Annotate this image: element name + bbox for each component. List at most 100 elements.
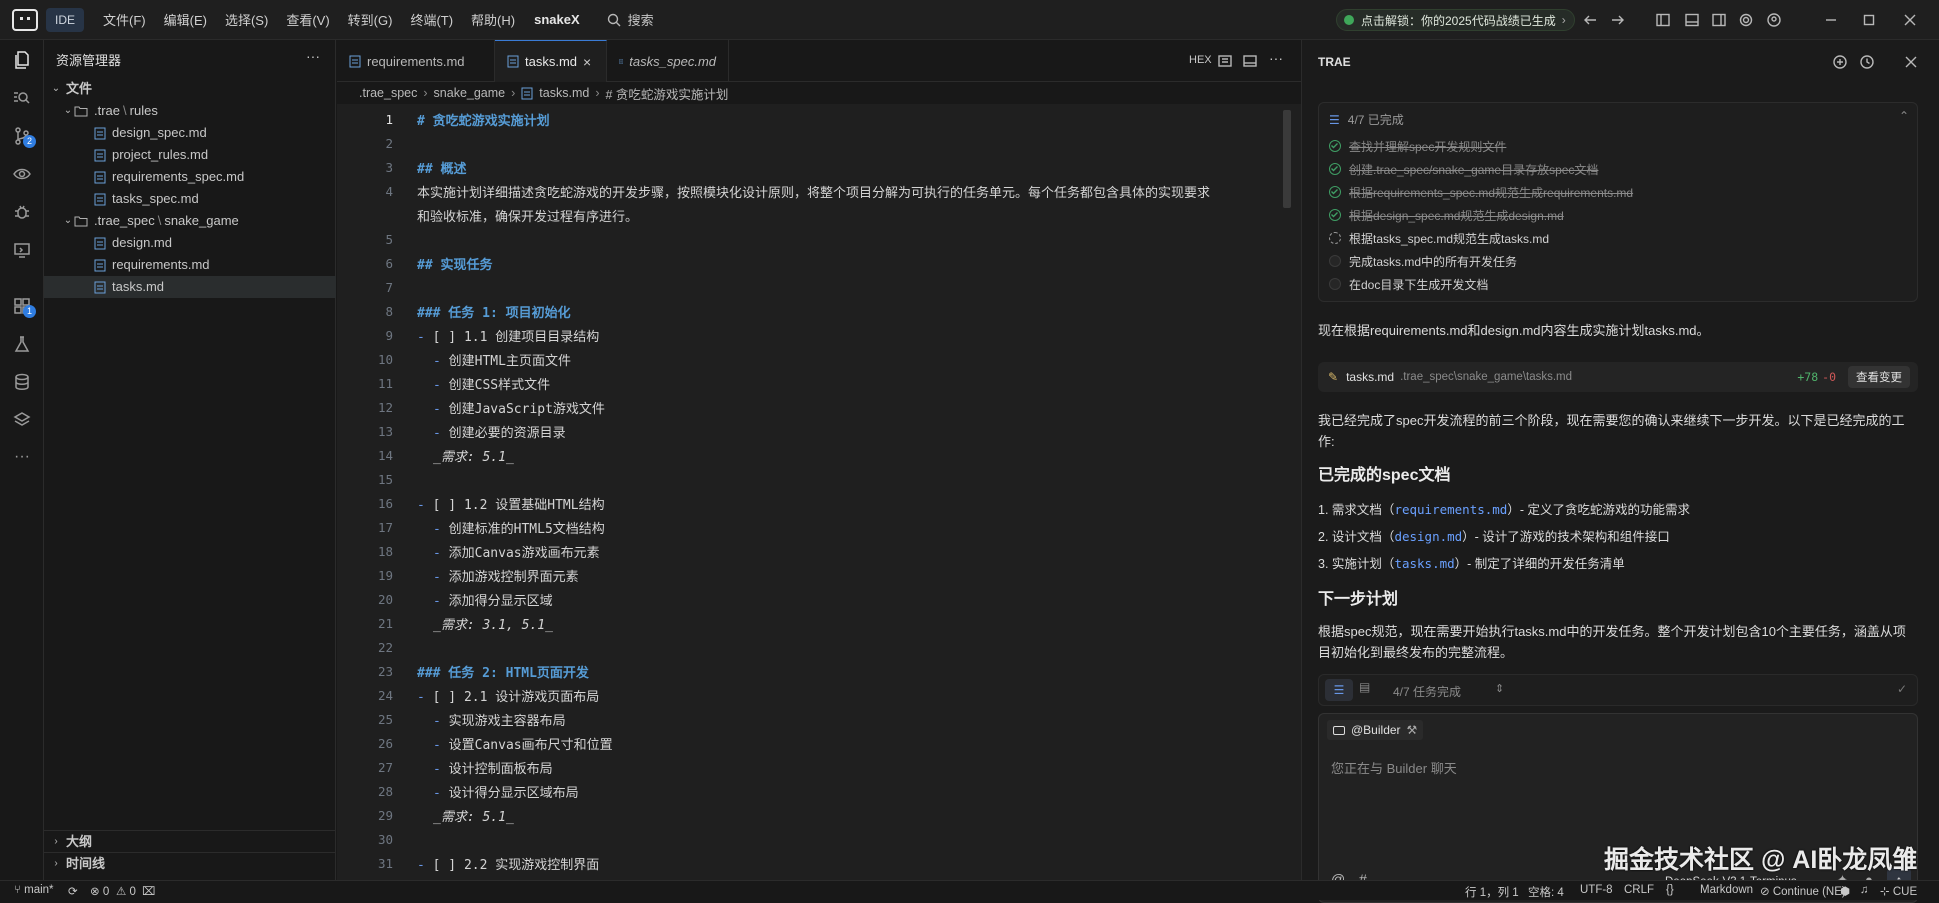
toggle-sidebar-icon[interactable]: [1655, 12, 1671, 28]
layers-icon[interactable]: [12, 410, 32, 430]
preview-icon[interactable]: [1217, 53, 1233, 69]
chevron-right-icon: ›: [511, 86, 516, 100]
encoding[interactable]: UTF-8: [1580, 884, 1613, 896]
tab-label: tasks_spec.md: [629, 53, 716, 69]
tree-file[interactable]: project_rules.md: [44, 144, 336, 166]
list-marker: -: [417, 690, 433, 705]
outline-section[interactable]: › 大纲: [44, 830, 336, 852]
language-braces[interactable]: {}: [1666, 884, 1674, 896]
cue-indicator[interactable]: ⊹ CUE: [1880, 884, 1917, 898]
tree-file[interactable]: requirements_spec.md: [44, 166, 336, 188]
debug-icon[interactable]: [12, 202, 32, 222]
line-number: 15: [377, 472, 393, 487]
menu-terminal[interactable]: 终端(T): [401, 10, 462, 29]
menu-help[interactable]: 帮助(H): [462, 10, 524, 29]
ide-badge[interactable]: IDE: [46, 7, 85, 32]
remote-icon[interactable]: [12, 240, 32, 260]
editor-more-icon[interactable]: ···: [1269, 50, 1283, 66]
branch-indicator[interactable]: ⑂ main*: [14, 884, 54, 896]
tree-folder-trae-spec[interactable]: ⌄ .trae_spec \ snake_game: [44, 210, 336, 232]
list-marker: -: [433, 786, 449, 801]
tab-tasks[interactable]: tasks.md ×: [495, 40, 607, 82]
menu-edit[interactable]: 编辑(E): [155, 10, 216, 29]
tab-requirements[interactable]: requirements.md: [337, 40, 495, 82]
errors-indicator[interactable]: ⊗ 0: [90, 884, 109, 898]
menu-file[interactable]: 文件(F): [94, 10, 155, 29]
sync-icon[interactable]: ⟳: [68, 884, 78, 898]
menu-selection[interactable]: 选择(S): [216, 10, 277, 29]
tree-file-selected[interactable]: tasks.md: [44, 276, 336, 298]
tab-tasks-spec[interactable]: tasks_spec.md: [607, 40, 729, 82]
timeline-section[interactable]: › 时间线: [44, 852, 336, 874]
extensions-icon[interactable]: 1: [12, 296, 36, 318]
search-box[interactable]: 搜索: [606, 10, 654, 29]
breadcrumb-item[interactable]: tasks.md: [539, 86, 589, 100]
indentation[interactable]: 空格: 4: [1528, 884, 1564, 900]
account-icon[interactable]: [1766, 12, 1782, 28]
back-arrow-icon[interactable]: [1582, 12, 1598, 28]
more-icon[interactable]: ···: [12, 448, 32, 468]
tree-root[interactable]: ⌄ 文件: [44, 78, 336, 100]
breadcrumb-item[interactable]: # 贪吃蛇游戏实施计划: [605, 84, 728, 103]
toggle-aux-bar-icon[interactable]: [1711, 12, 1727, 28]
menu-view[interactable]: 查看(V): [277, 10, 338, 29]
maximize-icon[interactable]: [1861, 12, 1877, 28]
new-chat-icon[interactable]: [1832, 54, 1848, 70]
history-icon[interactable]: [1859, 54, 1875, 70]
language-mode[interactable]: Markdown: [1700, 884, 1753, 896]
code-ref[interactable]: requirements.md: [1394, 502, 1507, 517]
menu-bar: 文件(F) 编辑(E) 选择(S) 查看(V) 转到(G) 终端(T) 帮助(H…: [94, 10, 524, 29]
task-status-bar[interactable]: ☰ ▤ 4/7 任务完成 ⇕ ✓: [1318, 674, 1918, 706]
list-icon[interactable]: ☰: [1325, 679, 1353, 701]
hex-button[interactable]: HEX: [1189, 54, 1212, 66]
code-ref[interactable]: tasks.md: [1394, 556, 1454, 571]
ports-icon[interactable]: ⌧: [142, 884, 155, 898]
close-window-icon[interactable]: [1902, 12, 1918, 28]
agent-settings-icon[interactable]: ⚒: [1407, 723, 1418, 737]
tree-folder-trae[interactable]: ⌄ .trae \ rules: [44, 100, 336, 122]
tree-file[interactable]: requirements.md: [44, 254, 336, 276]
close-icon[interactable]: ×: [583, 54, 591, 70]
code-text: 创建必要的资源目录: [448, 426, 566, 441]
editor-scrollbar[interactable]: [1283, 110, 1291, 208]
breadcrumb-item[interactable]: snake_game: [434, 86, 506, 100]
database-icon[interactable]: [12, 372, 32, 392]
project-name[interactable]: snakeX: [534, 12, 580, 27]
tree-file[interactable]: design_spec.md: [44, 122, 336, 144]
explorer-icon[interactable]: [12, 50, 32, 70]
eye-icon[interactable]: [12, 164, 32, 184]
file-icon[interactable]: ▤: [1359, 680, 1370, 694]
sidebar-more-icon[interactable]: ···: [306, 48, 320, 64]
testing-icon[interactable]: [12, 334, 32, 354]
tree-file[interactable]: design.md: [44, 232, 336, 254]
close-panel-icon[interactable]: [1903, 54, 1919, 70]
task-label: 根据design_spec.md规范生成design.md: [1349, 208, 1564, 223]
view-changes-button[interactable]: 查看变更: [1848, 366, 1910, 388]
chat-input[interactable]: 您正在与 Builder 聊天: [1331, 758, 1457, 777]
breadcrumb-item[interactable]: .trae_spec: [359, 86, 417, 100]
split-editor-icon[interactable]: [1242, 53, 1258, 69]
gear-icon[interactable]: [1738, 12, 1754, 28]
code-ref[interactable]: design.md: [1394, 529, 1462, 544]
line-number: 16: [377, 496, 393, 511]
search-icon: [606, 12, 622, 28]
promo-banner[interactable]: 点击解锁：你的2025代码战绩已生成 ›: [1336, 9, 1575, 31]
tree-file[interactable]: tasks_spec.md: [44, 188, 336, 210]
bell-icon[interactable]: ♫: [1860, 884, 1869, 896]
file-change-card[interactable]: ✎ tasks.md .trae_spec\snake_game\tasks.m…: [1318, 362, 1918, 392]
agent-chip[interactable]: @Builder ⚒: [1327, 720, 1424, 740]
minimize-icon[interactable]: [1823, 12, 1839, 28]
code-editor[interactable]: 1 # 贪吃蛇游戏实施计划 2 3 ## 概述 4 本实施计划详细描述贪吃蛇游戏的开发步骤，…: [337, 104, 1301, 880]
list-marker: -: [433, 378, 449, 393]
collapse-icon[interactable]: ⌃: [1899, 109, 1909, 123]
source-control-icon[interactable]: 2: [12, 126, 36, 148]
cursor-position[interactable]: 行 1，列 1: [1465, 884, 1519, 900]
forward-arrow-icon[interactable]: [1610, 12, 1626, 28]
warnings-indicator[interactable]: ⚠ 0: [116, 884, 136, 898]
line-ending[interactable]: CRLF: [1624, 884, 1654, 896]
shield-icon[interactable]: ⬢: [1840, 884, 1850, 898]
toggle-panel-icon[interactable]: [1684, 12, 1700, 28]
menu-go[interactable]: 转到(G): [339, 10, 402, 29]
continue-indicator[interactable]: ⊘ Continue (NE): [1760, 884, 1846, 898]
search-icon[interactable]: [12, 88, 32, 108]
